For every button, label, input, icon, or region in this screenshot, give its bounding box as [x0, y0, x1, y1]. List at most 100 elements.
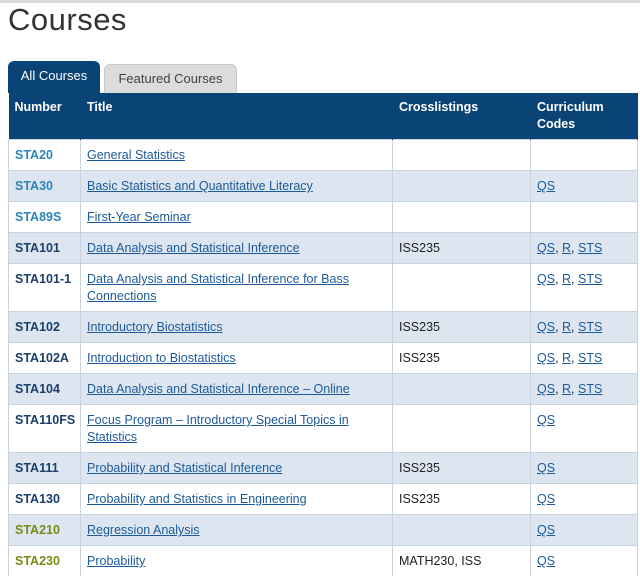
course-number: STA210	[9, 515, 81, 546]
table-header-row: Number Title Crosslistings Curriculum Co…	[9, 93, 638, 140]
code-separator: ,	[555, 241, 562, 255]
header-curriculum-codes: Curriculum Codes	[531, 93, 638, 140]
course-crosslisting: ISS235	[393, 312, 531, 343]
course-number: STA30	[9, 171, 81, 202]
table-row: STA110FSFocus Program – Introductory Spe…	[9, 405, 638, 453]
curriculum-codes-cell: QS, R, STS	[531, 374, 638, 405]
course-number: STA230	[9, 546, 81, 576]
header-crosslistings: Crosslistings	[393, 93, 531, 140]
header-number: Number	[9, 93, 81, 140]
course-crosslisting: MATH230, ISS	[393, 546, 531, 576]
curriculum-code-link[interactable]: QS	[537, 179, 555, 193]
course-crosslisting: ISS235	[393, 484, 531, 515]
course-title-link[interactable]: Basic Statistics and Quantitative Litera…	[87, 179, 313, 193]
curriculum-code-link[interactable]: R	[562, 241, 571, 255]
course-title-cell: Data Analysis and Statistical Inference	[81, 233, 393, 264]
course-number: STA102A	[9, 343, 81, 374]
curriculum-code-link[interactable]: QS	[537, 554, 555, 568]
curriculum-codes-cell: QS	[531, 453, 638, 484]
course-title-cell: Basic Statistics and Quantitative Litera…	[81, 171, 393, 202]
curriculum-codes-cell	[531, 140, 638, 171]
curriculum-codes-cell: QS	[531, 171, 638, 202]
course-title-cell: Probability	[81, 546, 393, 576]
curriculum-codes-cell: QS, R, STS	[531, 343, 638, 374]
curriculum-code-link[interactable]: STS	[578, 272, 602, 286]
course-title-link[interactable]: Introductory Biostatistics	[87, 320, 222, 334]
course-title-link[interactable]: Data Analysis and Statistical Inference …	[87, 272, 349, 303]
course-title-link[interactable]: First-Year Seminar	[87, 210, 191, 224]
curriculum-code-link[interactable]: R	[562, 382, 571, 396]
course-number: STA130	[9, 484, 81, 515]
curriculum-code-link[interactable]: STS	[578, 320, 602, 334]
curriculum-code-link[interactable]: QS	[537, 523, 555, 537]
table-row: STA101-1Data Analysis and Statistical In…	[9, 264, 638, 312]
curriculum-code-link[interactable]: STS	[578, 382, 602, 396]
curriculum-code-link[interactable]: R	[562, 351, 571, 365]
table-row: STA230 Probability MATH230, ISS QS	[9, 546, 638, 576]
course-crosslisting: ISS235	[393, 453, 531, 484]
code-separator: ,	[571, 351, 578, 365]
curriculum-code-link[interactable]: STS	[578, 351, 602, 365]
tab-all-courses[interactable]: All Courses	[8, 61, 100, 93]
course-title-link[interactable]: Data Analysis and Statistical Inference …	[87, 382, 350, 396]
courses-table: Number Title Crosslistings Curriculum Co…	[8, 93, 638, 576]
code-separator: ,	[571, 272, 578, 286]
course-crosslisting	[393, 202, 531, 233]
curriculum-codes-cell: QS, R, STS	[531, 312, 638, 343]
course-crosslisting	[393, 264, 531, 312]
course-number: STA89S	[9, 202, 81, 233]
course-title-link[interactable]: Introduction to Biostatistics	[87, 351, 236, 365]
curriculum-code-link[interactable]: STS	[578, 241, 602, 255]
course-title-link[interactable]: General Statistics	[87, 148, 185, 162]
curriculum-code-link[interactable]: QS	[537, 320, 555, 334]
course-title-link[interactable]: Data Analysis and Statistical Inference	[87, 241, 300, 255]
curriculum-code-link[interactable]: QS	[537, 351, 555, 365]
course-number: STA110FS	[9, 405, 81, 453]
table-row: STA30 Basic Statistics and Quantitative L…	[9, 171, 638, 202]
course-title-cell: Data Analysis and Statistical Inference …	[81, 374, 393, 405]
code-separator: ,	[555, 320, 562, 334]
header-title: Title	[81, 93, 393, 140]
curriculum-codes-cell: QS, R, STS	[531, 264, 638, 312]
table-row: STA101Data Analysis and Statistical Infe…	[9, 233, 638, 264]
curriculum-code-link[interactable]: QS	[537, 413, 555, 427]
course-number: STA20	[9, 140, 81, 171]
table-row: STA130 Probability and Statistics in Engi…	[9, 484, 638, 515]
code-separator: ,	[571, 320, 578, 334]
course-title-link[interactable]: Probability and Statistical Inference	[87, 461, 282, 475]
table-row: STA210 Regression Analysis QS	[9, 515, 638, 546]
course-title-link[interactable]: Probability and Statistics in Engineerin…	[87, 492, 307, 506]
course-crosslisting: ISS235	[393, 343, 531, 374]
table-row: STA89S First-Year Seminar	[9, 202, 638, 233]
curriculum-code-link[interactable]: QS	[537, 492, 555, 506]
curriculum-code-link[interactable]: QS	[537, 241, 555, 255]
course-title-cell: First-Year Seminar	[81, 202, 393, 233]
course-number: STA111	[9, 453, 81, 484]
table-row: STA102A Introduction to Biostatistics ISS2…	[9, 343, 638, 374]
course-title-cell: Introduction to Biostatistics	[81, 343, 393, 374]
code-separator: ,	[571, 241, 578, 255]
curriculum-code-link[interactable]: QS	[537, 461, 555, 475]
curriculum-code-link[interactable]: QS	[537, 272, 555, 286]
curriculum-codes-cell: QS	[531, 515, 638, 546]
curriculum-codes-cell	[531, 202, 638, 233]
course-title-cell: Introductory Biostatistics	[81, 312, 393, 343]
curriculum-code-link[interactable]: QS	[537, 382, 555, 396]
course-crosslisting	[393, 515, 531, 546]
course-title-cell: Probability and Statistics in Engineerin…	[81, 484, 393, 515]
curriculum-code-link[interactable]: R	[562, 272, 571, 286]
course-title-cell: Probability and Statistical Inference	[81, 453, 393, 484]
course-crosslisting	[393, 405, 531, 453]
table-row: STA102Introductory BiostatisticsISS235QS…	[9, 312, 638, 343]
table-row: STA111 Probability and Statistical Infere…	[9, 453, 638, 484]
curriculum-code-link[interactable]: R	[562, 320, 571, 334]
table-row: STA20 General Statistics	[9, 140, 638, 171]
curriculum-codes-cell: QS	[531, 484, 638, 515]
course-crosslisting	[393, 171, 531, 202]
course-title-link[interactable]: Regression Analysis	[87, 523, 200, 537]
tab-featured-courses[interactable]: Featured Courses	[104, 64, 237, 93]
code-separator: ,	[571, 382, 578, 396]
course-title-link[interactable]: Probability	[87, 554, 145, 568]
table-row: STA104Data Analysis and Statistical Infe…	[9, 374, 638, 405]
course-title-link[interactable]: Focus Program – Introductory Special Top…	[87, 413, 349, 444]
